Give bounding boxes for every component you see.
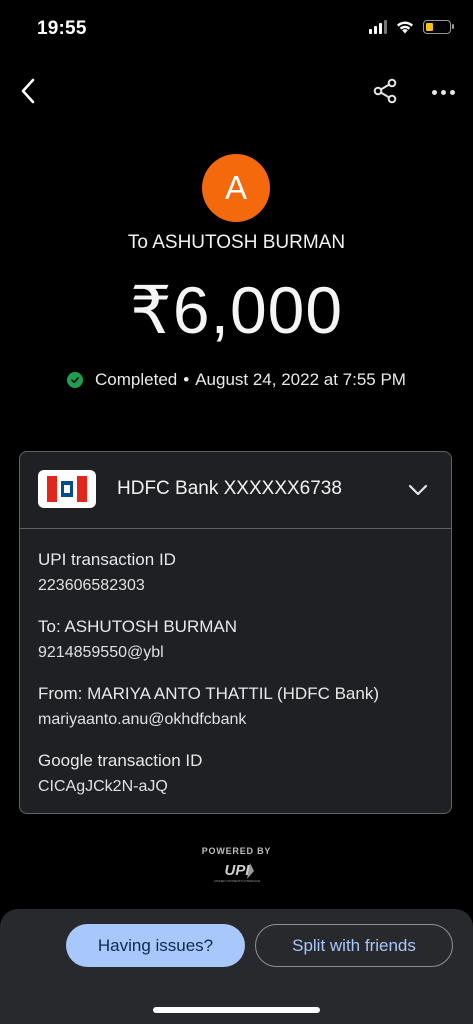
share-button[interactable] <box>370 76 400 106</box>
more-options-button[interactable] <box>428 80 458 104</box>
chevron-down-icon[interactable] <box>407 479 429 501</box>
status-text: Completed <box>95 370 178 389</box>
status-time: 19:55 <box>37 18 87 39</box>
cellular-signal-icon <box>369 20 387 34</box>
back-button[interactable] <box>14 75 42 107</box>
detail-label: UPI transaction ID <box>38 550 176 569</box>
upi-logo: UPI UNIFIED PAYMENTS INTERFACE <box>214 862 261 883</box>
to-payee-detail: To: ASHUTOSH BURMAN 9214859550@ybl <box>38 615 237 665</box>
avatar: A <box>202 154 270 222</box>
upi-tagline: UNIFIED PAYMENTS INTERFACE <box>214 879 261 883</box>
battery-level <box>426 23 433 31</box>
detail-value: 223606582303 <box>38 577 145 594</box>
bank-account-row[interactable]: HDFC Bank XXXXXX6738 <box>20 452 451 529</box>
transaction-details-card: HDFC Bank XXXXXX6738 UPI transaction ID … <box>19 451 452 814</box>
upi-transaction-id: UPI transaction ID 223606582303 <box>38 548 176 598</box>
detail-value: CICAgJCk2N-aJQ <box>38 778 168 795</box>
home-indicator[interactable] <box>153 1007 320 1013</box>
detail-value: 9214859550@ybl <box>38 644 164 661</box>
payment-amount: ₹6,000 <box>129 273 344 347</box>
wifi-icon <box>397 21 413 34</box>
detail-label: To: ASHUTOSH BURMAN <box>38 617 238 636</box>
chevron-left-icon <box>21 78 35 104</box>
having-issues-button[interactable]: Having issues? <box>66 924 245 967</box>
share-icon <box>373 78 397 104</box>
detail-value: mariyaanto.anu@okhdfcbank <box>38 711 247 728</box>
battery-icon <box>423 20 454 34</box>
status-separator: • <box>183 370 190 389</box>
more-horizontal-icon <box>431 89 437 95</box>
transaction-details-screen: 19:55 A To ASHUTOSH BURMAN ₹6,000 Comple… <box>0 0 473 1024</box>
status-datetime: August 24, 2022 at 7:55 PM <box>195 370 406 389</box>
hdfc-bank-logo <box>38 470 96 508</box>
upi-wordmark: UPI <box>224 862 250 879</box>
powered-by-label: POWERED BY <box>201 846 272 856</box>
check-circle-icon <box>67 372 84 388</box>
payment-status: Completed • August 24, 2022 at 7:55 PM <box>0 370 473 390</box>
bottom-action-sheet: Having issues? Split with friends <box>0 909 473 1024</box>
detail-label: From: MARIYA ANTO THATTIL (HDFC Bank) <box>38 684 379 703</box>
split-with-friends-button[interactable]: Split with friends <box>255 924 453 967</box>
google-transaction-id: Google transaction ID CICAgJCk2N-aJQ <box>38 749 202 799</box>
status-icons <box>369 20 454 34</box>
from-payer-detail: From: MARIYA ANTO THATTIL (HDFC Bank) ma… <box>38 682 379 732</box>
bank-account-label: HDFC Bank XXXXXX6738 <box>117 478 342 499</box>
payee-name: To ASHUTOSH BURMAN <box>127 232 346 253</box>
status-bar: 19:55 <box>0 0 473 60</box>
detail-label: Google transaction ID <box>38 751 203 770</box>
